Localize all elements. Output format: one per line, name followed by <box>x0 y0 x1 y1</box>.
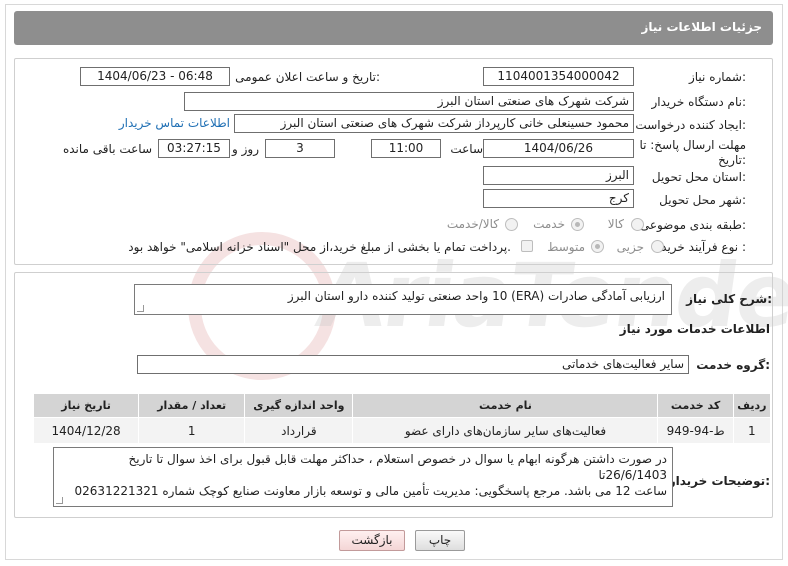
buyer-notes-textarea[interactable]: در صورت داشتن هرگونه ابهام یا سوال در خص… <box>53 447 673 507</box>
announce-datetime-label: تاریخ و ساعت اعلان عمومی: <box>235 70 380 84</box>
col-header-service-code: کد خدمت <box>657 393 734 418</box>
cell-quantity: 1 <box>138 417 246 444</box>
remaining-label: ساعت باقی مانده <box>62 142 152 156</box>
print-button[interactable]: چاپ <box>415 530 465 551</box>
buyer-org-field[interactable]: شرکت شهرک های صنعتی استان البرز <box>184 92 634 111</box>
category-option-goods-service: کالا/خدمت <box>446 217 499 231</box>
cell-need-date: 1404/12/28 <box>32 417 140 444</box>
process-option-medium: متوسط <box>547 240 585 254</box>
category-label: طبقه بندی موضوعی: <box>639 218 746 232</box>
buyer-org-label: نام دستگاه خریدار: <box>651 95 747 109</box>
table-header-row: ردیف کد خدمت نام خدمت واحد اندازه گیری ت… <box>32 393 772 418</box>
service-group-field[interactable]: سایر فعالیت‌های خدماتی <box>137 355 689 374</box>
deadline-label: مهلت ارسال پاسخ: تا تاریخ: <box>639 138 746 167</box>
treasury-checkbox[interactable] <box>521 240 533 252</box>
table-row: 1 ط-94-949 فعالیت‌های سایر سازمان‌های دا… <box>32 417 772 444</box>
col-header-unit: واحد اندازه گیری <box>244 393 354 418</box>
summary-text: ارزیابی آمادگی صادرات (ERA) 10 واحد صنعت… <box>287 289 665 303</box>
process-radio-minor[interactable] <box>651 240 664 253</box>
col-header-row-num: ردیف <box>732 393 772 418</box>
buyer-contact-link[interactable]: اطلاعات تماس خریدار <box>119 116 230 130</box>
announce-datetime-field[interactable]: 1404/06/23 - 06:48 <box>80 67 230 86</box>
buyer-notes-line-1: در صورت داشتن هرگونه ابهام یا سوال در خص… <box>128 452 667 482</box>
requester-label: ایجاد کننده درخواست: <box>635 118 746 132</box>
category-option-goods: کالا <box>607 217 624 231</box>
process-option-minor: جزیی <box>616 240 644 254</box>
cell-service-name: فعالیت‌های سایر سازمان‌های دارای عضو <box>352 417 659 444</box>
page-title: جزئیات اطلاعات نیاز <box>641 20 762 34</box>
services-section-title: اطلاعات خدمات مورد نیاز <box>619 322 770 336</box>
province-label: استان محل تحویل: <box>651 170 746 184</box>
summary-textarea[interactable]: ارزیابی آمادگی صادرات (ERA) 10 واحد صنعت… <box>134 284 672 315</box>
services-table: ردیف کد خدمت نام خدمت واحد اندازه گیری ت… <box>32 393 772 444</box>
process-label: نوع فرآیند خرید : <box>661 240 746 254</box>
buyer-notes-label: توضیحات خریدار: <box>668 474 770 488</box>
deadline-date-field[interactable]: 1404/06/26 <box>483 139 634 158</box>
summary-label: شرح کلی نیاز: <box>686 292 772 306</box>
process-radio-medium[interactable] <box>591 240 604 253</box>
city-field[interactable]: کرج <box>483 189 634 208</box>
city-label: شهر محل تحویل: <box>659 193 746 207</box>
category-radio-goods-service[interactable] <box>505 218 518 231</box>
province-field[interactable]: البرز <box>483 166 634 185</box>
col-header-need-date: تاریخ نیاز <box>32 393 140 418</box>
deadline-time-label: ساعت <box>450 142 483 156</box>
resize-handle-icon[interactable] <box>137 305 144 312</box>
need-number-label: شماره نیاز: <box>688 70 746 84</box>
col-header-service-name: نام خدمت <box>352 393 659 418</box>
category-radio-service[interactable] <box>571 218 584 231</box>
cell-service-code: ط-94-949 <box>657 417 734 444</box>
requester-field[interactable]: محمود حسینعلی خانی کارپرداز شرکت شهرک ها… <box>234 114 634 133</box>
days-label: روز و <box>232 142 259 156</box>
col-header-quantity: تعداد / مقدار <box>138 393 246 418</box>
need-number-field[interactable]: 1104001354000042 <box>483 67 634 86</box>
deadline-time-field[interactable]: 11:00 <box>371 139 441 158</box>
days-count-field[interactable]: 3 <box>265 139 335 158</box>
remaining-time-field[interactable]: 03:27:15 <box>158 139 230 158</box>
category-option-service: خدمت <box>533 217 565 231</box>
cell-unit: قرارداد <box>244 417 354 444</box>
cell-row-num: 1 <box>732 417 772 444</box>
resize-handle-icon[interactable] <box>56 497 63 504</box>
buyer-notes-line-2: ساعت 12 می باشد. مرجع پاسخگویی: مدیریت ت… <box>74 484 667 498</box>
treasury-note: پرداخت تمام یا بخشی از مبلغ خرید،از محل … <box>128 240 511 254</box>
back-button[interactable]: بازگشت <box>339 530 405 551</box>
service-group-label: گروه خدمت: <box>696 358 770 372</box>
category-radio-goods[interactable] <box>631 218 644 231</box>
